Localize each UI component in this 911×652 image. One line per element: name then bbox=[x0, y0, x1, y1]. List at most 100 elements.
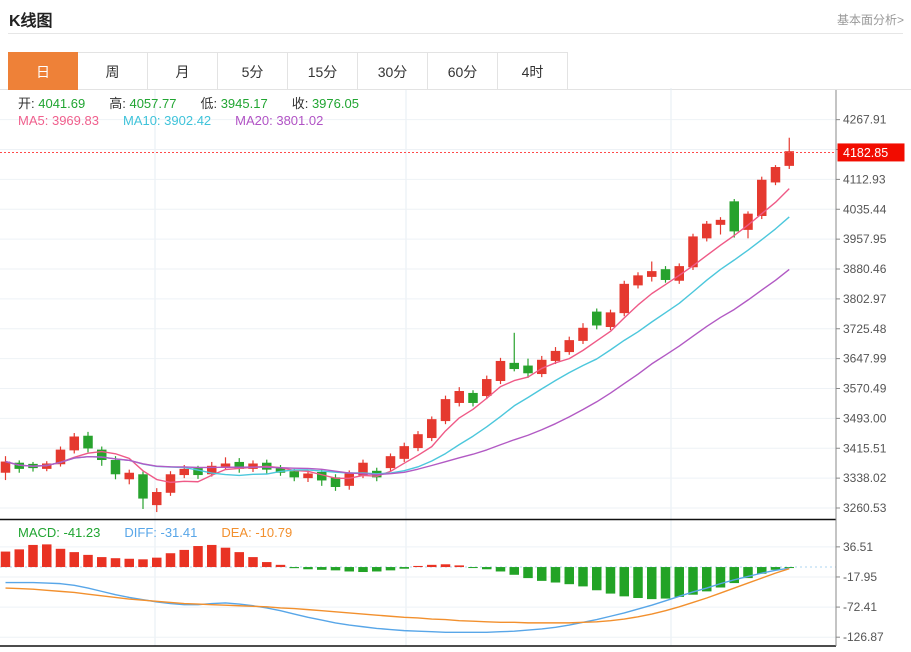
ma-line-ma5 bbox=[5, 188, 790, 484]
ohlc-row-item-1: 高: 4057.77 bbox=[109, 96, 177, 111]
ma-row-item-1: MA10: 3902.42 bbox=[122, 113, 212, 128]
tab-周[interactable]: 周 bbox=[78, 52, 148, 90]
ohlc-row-item-2: 低: 3945.17 bbox=[200, 96, 268, 111]
candle-body bbox=[702, 223, 712, 239]
tab-4时[interactable]: 4时 bbox=[498, 52, 568, 90]
price-tick-label: 3415.51 bbox=[843, 441, 887, 455]
macd-hist-bar bbox=[317, 567, 327, 570]
macd-hist-bar bbox=[372, 567, 382, 572]
macd-hist-bar bbox=[303, 567, 313, 570]
macd-hist-bar bbox=[69, 552, 79, 568]
macd-hist-bar bbox=[578, 567, 588, 587]
candle-body bbox=[592, 311, 602, 326]
macd-hist-bar bbox=[523, 567, 533, 579]
ma-row-item-0: MA5: 3969.83 bbox=[18, 113, 99, 128]
macd-row-item-1: DIFF: -31.41 bbox=[124, 525, 198, 540]
candle-body bbox=[138, 474, 148, 499]
macd-hist-bar bbox=[440, 564, 451, 568]
macd-hist-bar bbox=[138, 559, 148, 568]
macd-hist-bar bbox=[42, 544, 52, 568]
macd-hist-bar bbox=[124, 558, 134, 568]
macd-hist-bar bbox=[289, 567, 299, 569]
macd-hist-bar bbox=[330, 567, 341, 571]
candle-body bbox=[152, 492, 162, 506]
candle-body bbox=[83, 435, 93, 449]
fundamental-analysis-link[interactable]: 基本面分析> bbox=[837, 11, 904, 28]
candle-body bbox=[578, 327, 588, 341]
macd-hist-bar bbox=[14, 549, 24, 568]
macd-row-item-0: MACD: -41.23 bbox=[18, 525, 101, 540]
macd-tick-label: -17.95 bbox=[843, 570, 877, 584]
macd-hist-bar bbox=[234, 552, 244, 568]
candle-body bbox=[179, 468, 189, 476]
price-tick-label: 3570.49 bbox=[843, 382, 887, 396]
ohlc-readout: 开: 4041.69 高: 4057.77 低: 3945.17 收: 3976.05 bbox=[18, 93, 383, 112]
candle-body bbox=[564, 340, 574, 353]
candle-body bbox=[385, 456, 396, 469]
macd-hist-bar bbox=[592, 567, 602, 591]
ohlc-row-item-3: 收: 3976.05 bbox=[291, 96, 359, 111]
candle-body bbox=[440, 399, 451, 422]
candle-body bbox=[454, 391, 464, 403]
macd-hist-bar bbox=[358, 567, 368, 573]
price-tick-label: 3880.46 bbox=[843, 262, 887, 276]
price-tick-label: 3647.99 bbox=[843, 352, 887, 366]
macd-hist-bar bbox=[83, 554, 93, 568]
macd-hist-bar bbox=[97, 557, 107, 568]
macd-hist-bar bbox=[619, 567, 629, 597]
macd-hist-bar bbox=[344, 567, 354, 572]
candle-body bbox=[220, 463, 231, 467]
current-price-label: 4182.85 bbox=[843, 146, 888, 160]
candle-body bbox=[647, 271, 657, 277]
tab-日[interactable]: 日 bbox=[8, 52, 78, 90]
macd-hist-bar bbox=[385, 567, 396, 571]
tab-15分[interactable]: 15分 bbox=[288, 52, 358, 90]
macd-hist-bar bbox=[165, 553, 176, 568]
candle-body bbox=[110, 460, 121, 475]
price-tick-label: 3957.95 bbox=[843, 232, 887, 246]
candle-body bbox=[413, 434, 423, 449]
tab-5分[interactable]: 5分 bbox=[218, 52, 288, 90]
price-tick-label: 3802.97 bbox=[843, 292, 887, 306]
candle-body bbox=[509, 362, 519, 370]
macd-hist-bar bbox=[262, 562, 272, 568]
macd-hist-bar bbox=[660, 567, 671, 599]
price-tick-label: 3260.53 bbox=[843, 501, 887, 515]
macd-readout: MACD: -41.23 DIFF: -31.41 DEA: -10.79 bbox=[18, 525, 316, 540]
macd-tick-label: -126.87 bbox=[843, 630, 884, 644]
ma-row-item-2: MA20: 3801.02 bbox=[235, 113, 324, 128]
macd-hist-bar bbox=[495, 567, 506, 572]
candle-body bbox=[468, 392, 478, 403]
tab-月[interactable]: 月 bbox=[148, 52, 218, 90]
candle-body bbox=[289, 471, 299, 478]
macd-hist-bar bbox=[784, 567, 794, 569]
kline-macd-chart[interactable]: 4267.914190.424112.934035.443957.953880.… bbox=[0, 88, 911, 652]
ma-line-ma10 bbox=[5, 216, 790, 477]
tab-30分[interactable]: 30分 bbox=[358, 52, 428, 90]
candle-body bbox=[482, 379, 492, 397]
tab-60分[interactable]: 60分 bbox=[428, 52, 498, 90]
macd-hist-bar bbox=[509, 567, 519, 575]
candle-body bbox=[784, 151, 794, 166]
macd-hist-bar bbox=[207, 544, 217, 568]
price-tick-label: 3493.00 bbox=[843, 411, 887, 425]
candle-body bbox=[69, 436, 79, 451]
candle-body bbox=[715, 219, 726, 225]
price-tick-label: 3338.02 bbox=[843, 471, 887, 485]
macd-hist-bar bbox=[0, 551, 11, 568]
candle-body bbox=[399, 446, 409, 459]
macd-hist-bar bbox=[413, 565, 423, 568]
candle-body bbox=[427, 419, 437, 439]
macd-hist-bar bbox=[152, 557, 162, 568]
macd-hist-bar bbox=[482, 567, 492, 570]
candle-body bbox=[303, 473, 313, 479]
macd-hist-bar bbox=[647, 567, 657, 600]
macd-hist-bar bbox=[537, 567, 547, 581]
ma-line-ma20 bbox=[5, 268, 790, 476]
candle-body bbox=[495, 360, 506, 381]
candle-body bbox=[729, 201, 739, 232]
macd-hist-bar bbox=[564, 567, 574, 585]
macd-hist-bar bbox=[468, 567, 478, 569]
macd-hist-bar bbox=[275, 564, 286, 568]
header-divider bbox=[8, 33, 903, 34]
